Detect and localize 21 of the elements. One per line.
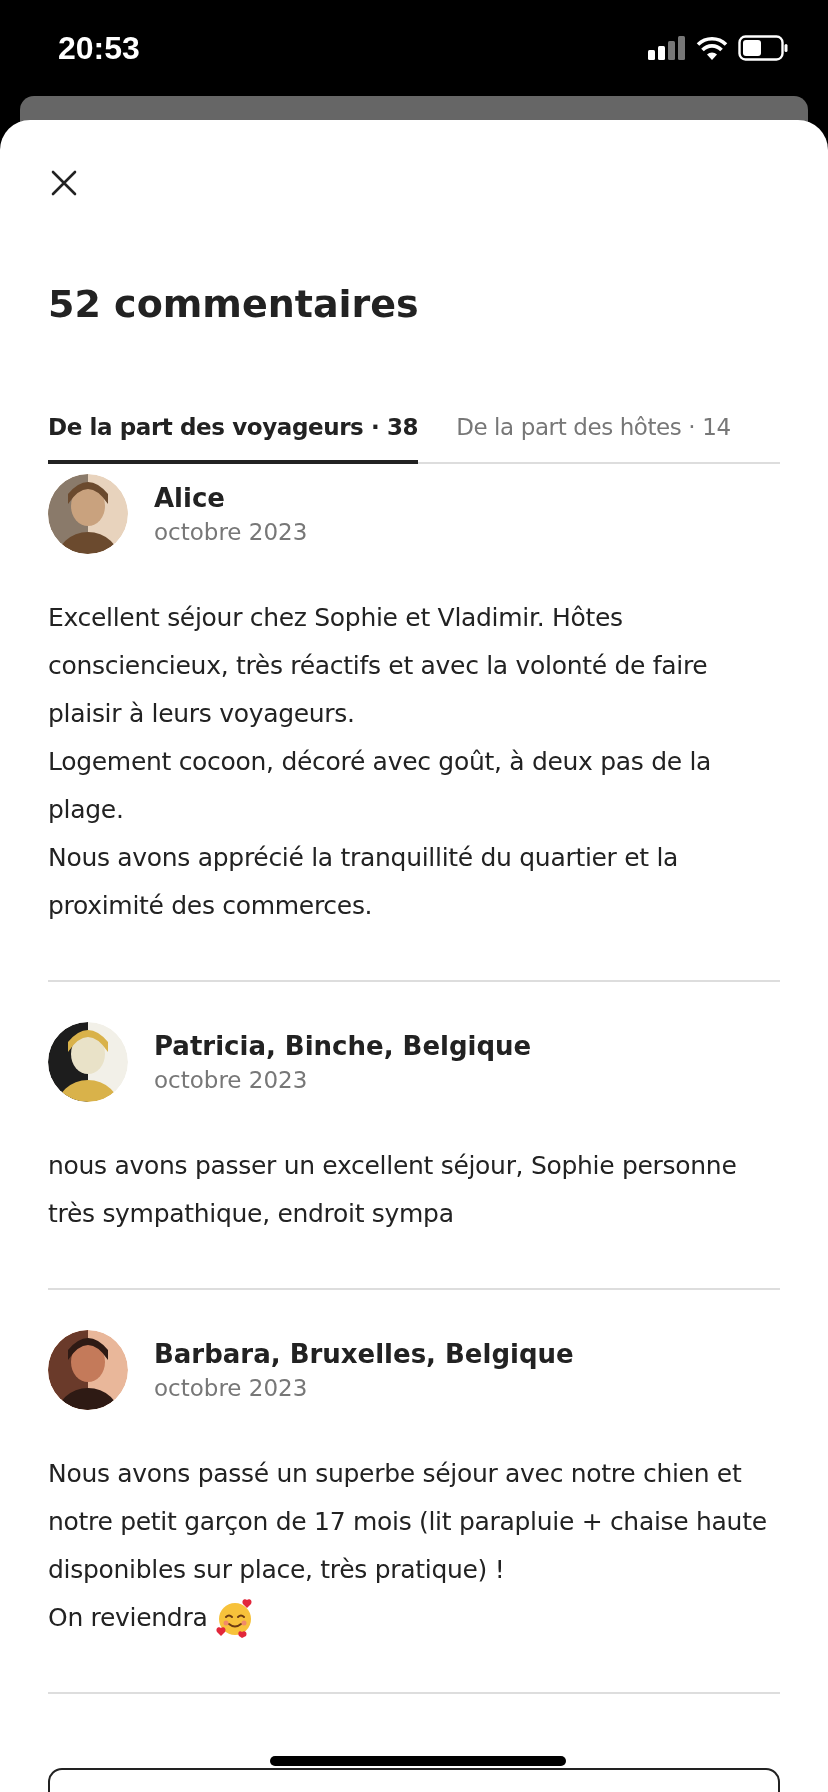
review-date: octobre 2023 [154, 1066, 309, 1093]
review-date: octobre 2023 [154, 518, 308, 545]
close-button[interactable] [51, 170, 77, 196]
review-text: Logement cocoon, décoré avec goût, à deux pas de la plage. [48, 745, 713, 826]
signal-icon [648, 36, 686, 60]
reviewer-name: Patricia, Binche, Belgique [154, 1030, 532, 1061]
reviewer-name: Barbara, Bruxelles, Belgique [154, 1338, 574, 1369]
review-text: Nous avons passé un superbe séjour avec notre chien et notre petit garçon de 17 mois (lit parapluie + chaise haute disponibles sur place, très pratique) ! [48, 1457, 768, 1586]
battery-icon [738, 35, 788, 61]
review-tab[interactable]: De la part des hôtes · 14 [456, 413, 731, 464]
review-text: Nous avons apprécié la tranquillité du quartier et la proximité des commerces. [48, 841, 680, 922]
review-text: nous avons passer un excellent séjour, Sophie personne très sympathique, endroit sympa [48, 1149, 738, 1230]
status-time: 20:53 [58, 29, 140, 67]
review-date: octobre 2023 [154, 1374, 309, 1401]
sheet-title: 52 commentaires [48, 282, 420, 328]
review-tab[interactable]: De la part des voyageurs · 38 [48, 413, 419, 464]
reviewer-name: Alice [154, 482, 226, 513]
review-text: On reviendra [48, 1601, 208, 1634]
close-icon [51, 170, 77, 196]
wifi-icon [696, 36, 728, 60]
review-text: Excellent séjour chez Sophie et Vladimir. Hôtes consciencieux, très réactifs et avec la volonté de faire plaisir à leurs voyageurs. [48, 601, 709, 730]
